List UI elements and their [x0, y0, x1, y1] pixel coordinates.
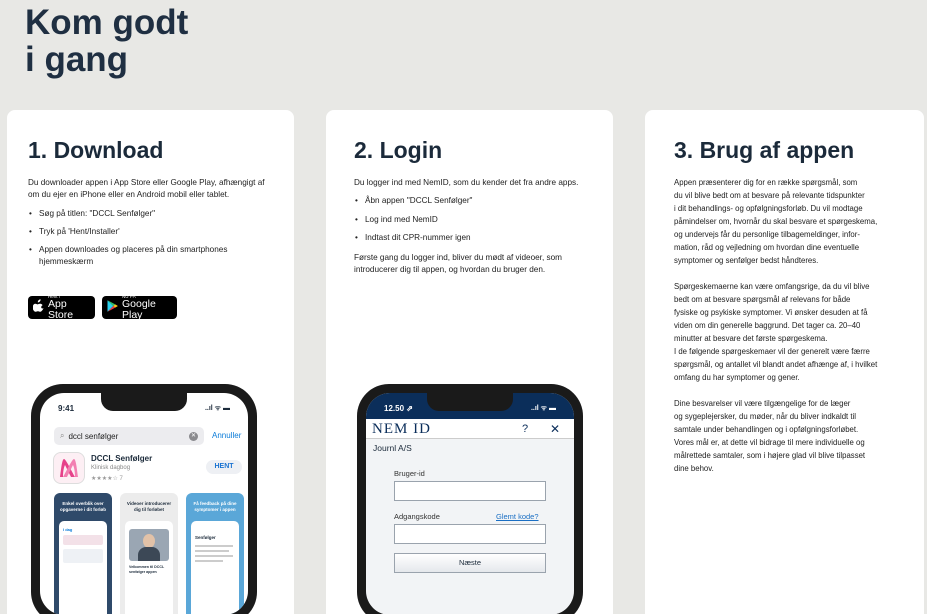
usage-heading: 3. Brug af appen [674, 137, 855, 163]
login-text: Du logger ind med NemID, som du kender d… [354, 177, 592, 277]
app-screenshot-1: Enkel overblik over opgaverne i dit forl… [54, 493, 112, 614]
phone-mockup-nemid: 12.50 ⇗ ..ıl ᯤ ▬ NEM ID ? ✕ Journl A/S B… [357, 384, 583, 614]
usage-paragraph-2: Spørgeskemaerne kan være omfangsrige, da… [674, 282, 878, 382]
search-input[interactable]: dccl senfølger [68, 432, 189, 441]
app-category: Klinisk dagbog [91, 465, 131, 471]
login-steps: Åbn appen "DCCL Senfølger" Log ind med N… [354, 195, 592, 244]
apple-icon [32, 298, 44, 317]
search-bar[interactable]: ⌕ dccl senfølger ✕ [54, 427, 204, 445]
get-button[interactable]: HENT [206, 460, 242, 474]
password-label: Adgangskode [394, 512, 440, 521]
download-heading: 1. Download [28, 137, 164, 163]
screenshot-caption: Få feedback på dine symptomer i appen [193, 501, 237, 512]
next-button[interactable]: Næste [394, 553, 546, 573]
search-icon: ⌕ [60, 431, 65, 440]
video-thumbnail [129, 529, 169, 561]
user-id-label: Bruger-id [394, 469, 425, 478]
list-item: Åbn appen "DCCL Senfølger" [354, 195, 592, 208]
google-play-label: NU PÅ Google Play [122, 294, 156, 321]
login-card: 2. Login Du logger ind med NemID, som du… [326, 110, 613, 614]
screenshot-phone: Velkommen til DCCL senfølger appen [125, 521, 173, 614]
status-time: 9:41 [58, 404, 75, 413]
download-text: Du downloader appen i App Store eller Go… [28, 177, 268, 269]
list-item: Log ind med NemID [354, 214, 592, 227]
screenshot-phone: I dag [59, 521, 107, 614]
phone-notch [101, 393, 187, 411]
screenshot-caption: Videoer introducerer dig til forløbet [126, 501, 172, 512]
page-title: Kom godt i gang [25, 4, 188, 78]
password-field[interactable] [394, 524, 546, 544]
login-heading: 2. Login [354, 137, 443, 163]
list-item: Appen downloades og placeres på din smar… [28, 244, 268, 269]
app-icon [54, 453, 84, 483]
nemid-logo: NEM ID [372, 421, 431, 437]
title-line-1: Kom godt [25, 3, 189, 42]
help-icon[interactable]: ? [522, 423, 528, 435]
title-line-2: i gang [25, 40, 129, 79]
google-play-icon [107, 299, 118, 317]
usage-paragraph-1: Appen præsenterer dig for en række spørg… [674, 178, 878, 265]
app-store-label: Hent i App Store [48, 294, 74, 321]
status-time: 12.50 ⇗ [384, 404, 413, 413]
usage-paragraph-3: Dine besvarelser vil være tilgængelige f… [674, 399, 866, 473]
phone-mockup-app-store: 9:41 ..ıl ᯤ ▬ ⌕ dccl senfølger ✕ Annulle… [31, 384, 257, 614]
download-card: 1. Download Du downloader appen i App St… [7, 110, 294, 614]
nemid-subtitle: Journl A/S [373, 443, 412, 453]
nemid-header: NEM ID ? ✕ [366, 419, 574, 439]
close-icon[interactable]: ✕ [550, 422, 560, 436]
user-id-field[interactable] [394, 481, 546, 501]
app-store-button[interactable]: Hent i App Store [28, 294, 95, 321]
google-play-button[interactable]: NU PÅ Google Play [102, 294, 177, 321]
forgot-password-link[interactable]: Glemt kode? [496, 512, 539, 521]
list-item: Indtast dit CPR-nummer igen [354, 232, 592, 245]
download-steps: Søg på titlen: "DCCL Senfølger" Tryk på … [28, 208, 268, 269]
screenshot-caption: Enkel overblik over opgaverne i dit forl… [59, 501, 106, 512]
status-icons: ..ıl ᯤ ▬ [530, 405, 556, 412]
app-screenshot-3: Få feedback på dine symptomer i appen Se… [186, 493, 244, 614]
list-item: Søg på titlen: "DCCL Senfølger" [28, 208, 268, 221]
app-name: DCCL Senfølger [91, 454, 153, 463]
clear-icon[interactable]: ✕ [189, 431, 198, 441]
screenshot-phone: Senfølger [191, 521, 239, 614]
app-screenshot-2: Videoer introducerer dig til forløbet Ve… [120, 493, 178, 614]
app-rating: ★★★★☆ 7 [91, 476, 123, 482]
download-intro: Du downloader appen i App Store eller Go… [28, 178, 265, 200]
login-intro: Du logger ind med NemID, som du kender d… [354, 178, 579, 187]
status-icons: ..ıl ᯤ ▬ [204, 405, 230, 412]
phone-notch [427, 393, 513, 411]
cancel-button[interactable]: Annuller [212, 431, 241, 440]
list-item: Tryk på 'Hent/Installer' [28, 226, 268, 239]
usage-text: Appen præsenterer dig for en række spørg… [674, 176, 924, 475]
usage-card: 3. Brug af appen Appen præsenterer dig f… [645, 110, 924, 614]
login-outro: Første gang du logger ind, bliver du mød… [354, 253, 562, 275]
